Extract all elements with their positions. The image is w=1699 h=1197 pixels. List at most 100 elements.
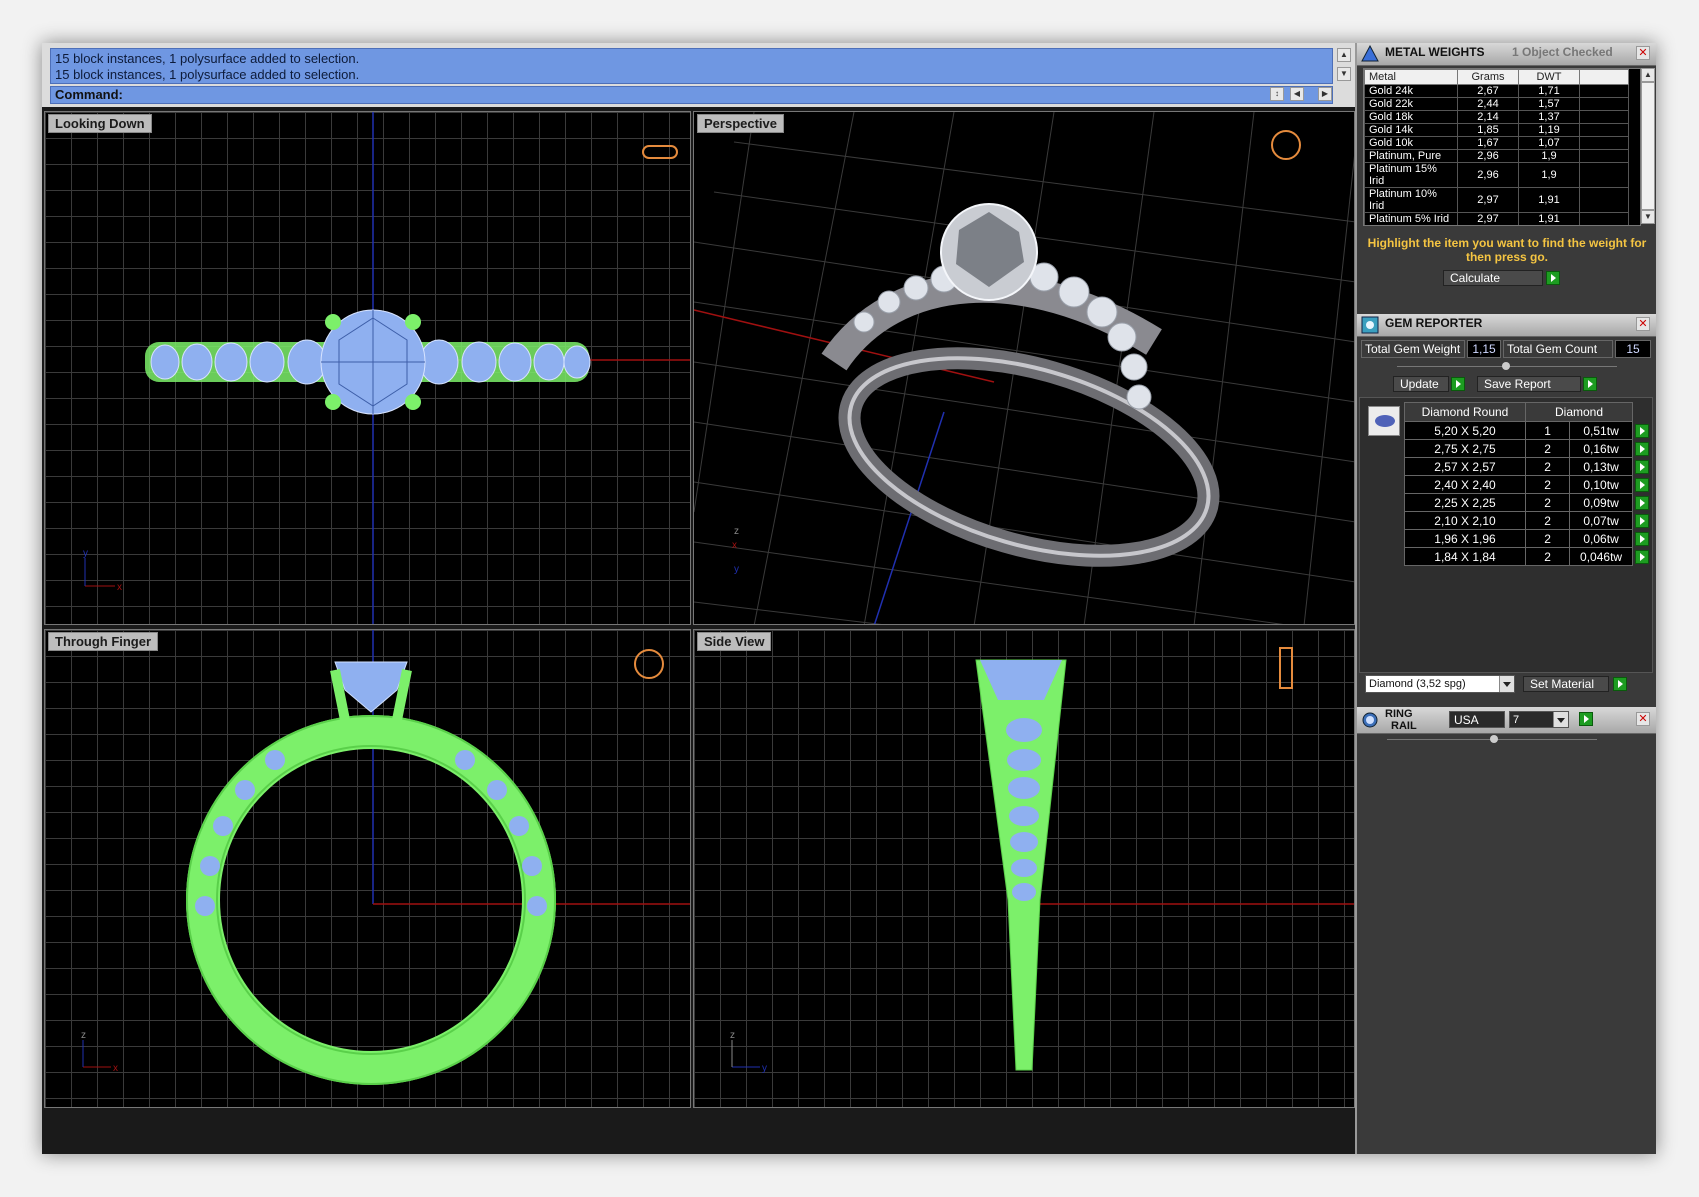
blank-cell [1579,110,1629,124]
metal-name-cell: Gold 14k [1364,123,1458,137]
gem-weight-cell: 0,06tw [1569,529,1633,548]
plugin-side-panel: METAL WEIGHTS 1 Object Checked ✕ Metal G… [1355,43,1656,1154]
close-icon[interactable]: ✕ [1636,46,1650,60]
gem-row[interactable]: 2,25 X 2,25 2 0,09tw [1404,493,1650,512]
viewport-label[interactable]: Looking Down [48,114,152,133]
dwt-cell: 1,9 [1518,149,1580,163]
grams-cell: 2,97 [1457,212,1519,225]
metal-row[interactable]: Gold 14k 1,85 1,19 [1364,123,1629,137]
save-report-go-icon[interactable] [1583,377,1597,391]
viewport-perspective[interactable]: x y z Perspective [693,111,1355,625]
viewport-through-finger[interactable]: Through Finger x z [44,629,691,1108]
ring-icon [1362,712,1378,728]
gem-size-cell: 2,75 X 2,75 [1404,439,1526,458]
update-go-icon[interactable] [1451,377,1465,391]
metal-row[interactable]: Platinum 15% Irid 2,96 1,9 [1364,162,1629,188]
gem-row[interactable]: 2,10 X 2,10 2 0,07tw [1404,511,1650,530]
ring-rail-go-icon[interactable] [1579,712,1593,726]
gem-row-go-icon[interactable] [1635,531,1649,546]
dwt-cell: 1,71 [1518,84,1580,98]
metal-table-scroll-up-icon[interactable]: ▲ [1641,68,1655,82]
metal-row[interactable]: Gold 18k 2,14 1,37 [1364,110,1629,124]
column-header-dwt[interactable]: DWT [1518,69,1580,85]
viewport-looking-down[interactable]: Looking Down x y [44,111,691,625]
gem-row[interactable]: 2,57 X 2,57 2 0,13tw [1404,457,1650,476]
close-icon[interactable]: ✕ [1636,712,1650,726]
gem-row-go-icon[interactable] [1635,495,1649,510]
material-select[interactable]: Diamond (3,52 spg) [1365,675,1515,693]
metal-row[interactable]: Gold 10k 1,67 1,07 [1364,136,1629,150]
gem-row-go-icon[interactable] [1635,477,1649,492]
gem-splitter-knob-icon[interactable] [1502,362,1510,370]
metal-row[interactable]: Platinum 5% Irid 2,97 1,91 [1364,212,1629,225]
update-button[interactable]: Update [1393,376,1449,392]
ring-rail-title-line2: RAIL [1391,720,1417,732]
gem-size-cell: 1,96 X 1,96 [1404,529,1526,548]
calculate-button[interactable]: Calculate [1443,270,1543,286]
dwt-cell: 0,93 [1519,226,1580,227]
gem-row-action-cell [1632,439,1650,458]
gem-row[interactable]: 2,75 X 2,75 2 0,16tw [1404,439,1650,458]
metal-row[interactable]: Gold 22k 2,44 1,57 [1364,97,1629,111]
viewport-label[interactable]: Perspective [697,114,784,133]
gem-size-cell: 2,25 X 2,25 [1404,493,1526,512]
ring-standard-field[interactable]: USA [1449,711,1505,728]
chevron-down-icon[interactable] [1499,676,1514,692]
axis-x-label: x [117,582,122,593]
metal-row[interactable]: Gold 24k 2,67 1,71 [1364,84,1629,98]
viewport-side-view[interactable]: Side View y z [693,629,1355,1108]
gem-row-go-icon[interactable] [1635,459,1649,474]
gem-row[interactable]: 5,20 X 5,20 1 0,51tw [1404,421,1650,440]
command-input[interactable]: Command: [50,86,1333,104]
blank-cell [1579,123,1629,137]
gem-row[interactable]: 1,96 X 1,96 2 0,06tw [1404,529,1650,548]
column-header-metal[interactable]: Metal [1364,69,1458,85]
metal-row[interactable]: Platinum 10% Irid 2,97 1,91 [1364,187,1629,213]
command-left-arrow-icon[interactable]: ◀ [1290,87,1304,101]
chevron-down-icon[interactable] [1553,712,1568,727]
set-material-go-icon[interactable] [1613,677,1627,691]
gem-row-go-icon[interactable] [1635,513,1649,528]
gem-weight-cell: 0,07tw [1569,511,1633,530]
metal-row[interactable]: Platinum, Pure 2,96 1,9 [1364,149,1629,163]
ring-size-select[interactable]: 7 [1509,711,1569,728]
set-material-button[interactable]: Set Material [1523,676,1609,692]
gem-row[interactable]: 2,40 X 2,40 2 0,10tw [1404,475,1650,494]
gem-list-area: Diamond Round Diamond 5,20 X 5,20 1 0,51tw… [1359,397,1653,673]
gem-row-go-icon[interactable] [1635,441,1649,456]
gem-count-cell: 1 [1524,421,1571,440]
metal-weights-header[interactable]: METAL WEIGHTS 1 Object Checked ✕ [1357,43,1656,66]
save-report-label: Save Report [1484,377,1551,391]
close-icon[interactable]: ✕ [1636,317,1650,331]
viewport-label[interactable]: Side View [697,632,772,651]
calculate-go-icon[interactable] [1546,271,1560,285]
metal-row[interactable]: Silver, Pure1,450,93 [1365,226,1629,227]
metal-name-cell: Gold 18k [1364,110,1458,124]
save-report-button[interactable]: Save Report [1477,376,1581,392]
ring-front-wireframe: x z [81,630,690,1085]
dwt-cell: 1,91 [1518,212,1580,225]
gem-count-cell: 2 [1524,475,1571,494]
metal-name-cell: Platinum 5% Irid [1364,212,1458,225]
column-header-grams[interactable]: Grams [1457,69,1519,85]
command-spin-icon[interactable]: ↕ [1270,87,1284,101]
gem-row-go-icon[interactable] [1635,549,1649,564]
command-right-arrow-icon[interactable]: ▶ [1318,87,1332,101]
gem-row[interactable]: 1,84 X 1,84 2 0,046tw [1404,547,1650,566]
ring-rail-title-line1: RING [1385,708,1413,720]
ring-rail-splitter-knob-icon[interactable] [1490,735,1498,743]
metal-table-scrollbar[interactable] [1641,82,1655,210]
metal-table-scroll-down-icon[interactable]: ▼ [1641,210,1655,224]
ring-rail-header[interactable]: RING RAIL USA 7 ✕ [1357,707,1656,734]
viewport-label[interactable]: Through Finger [48,632,159,651]
column-header-blank [1579,69,1629,85]
history-scroll-down-icon[interactable]: ▼ [1337,67,1351,81]
grams-cell: 2,67 [1457,84,1519,98]
gem-row-action-cell [1632,529,1650,548]
gem-reporter-header[interactable]: GEM REPORTER ✕ [1357,314,1656,337]
gem-row-go-icon[interactable] [1635,423,1649,438]
gem-row-action-cell [1632,475,1650,494]
history-scroll-up-icon[interactable]: ▲ [1337,48,1351,62]
command-history-line: 15 block instances, 1 polysurface added … [55,51,360,66]
ring-size-value: 7 [1513,714,1520,726]
